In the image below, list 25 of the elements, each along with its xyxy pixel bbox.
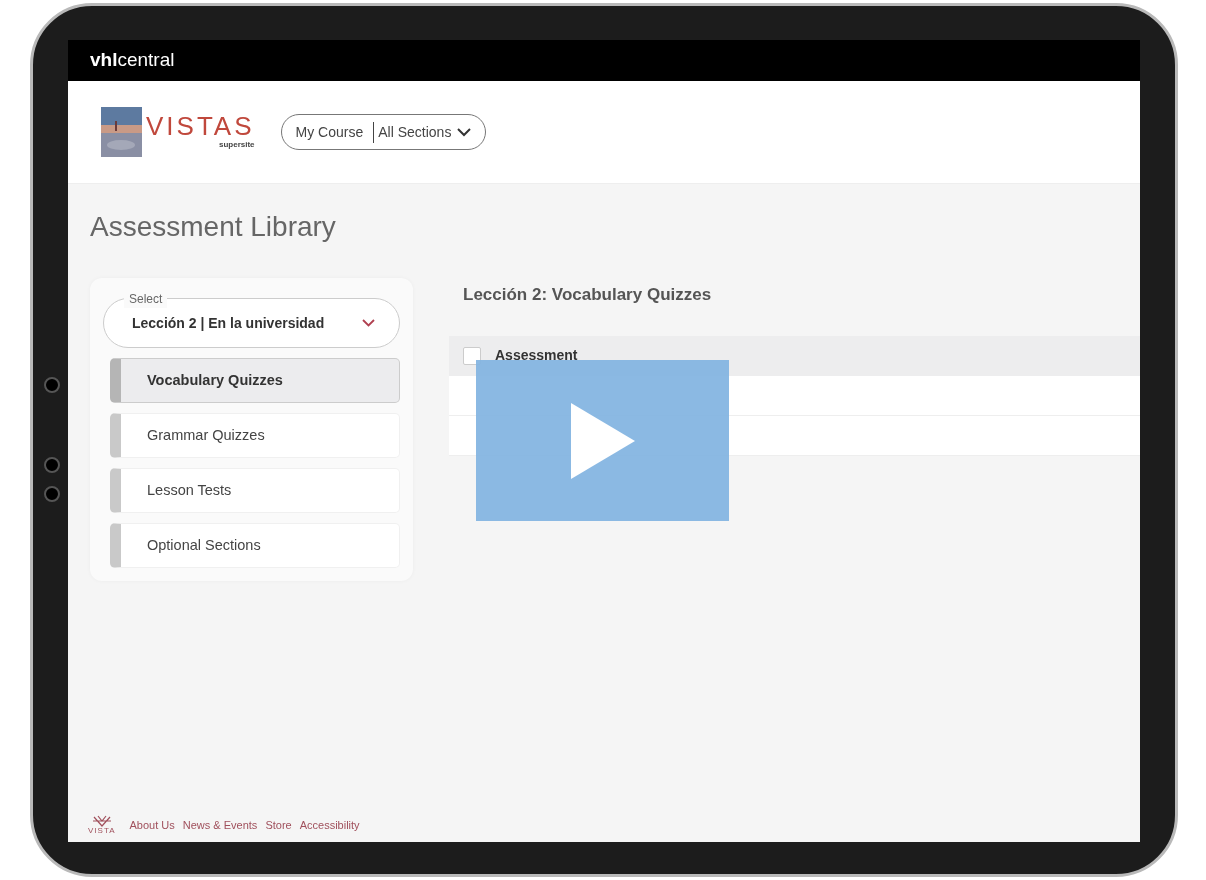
checkbox[interactable] xyxy=(463,346,481,365)
section-heading: Lección 2: Vocabulary Quizzes xyxy=(463,284,713,306)
camera-dot xyxy=(44,486,60,502)
footer-link[interactable]: News & Events xyxy=(182,816,258,834)
footer-link[interactable]: Accessibility xyxy=(299,816,360,834)
chevron-down-icon xyxy=(457,127,472,137)
site-logo[interactable]: vhlcentral xyxy=(90,46,175,75)
page-title: Assessment Library xyxy=(90,210,337,244)
sidebar-item[interactable]: Lesson Tests xyxy=(110,468,400,513)
sidebar-item[interactable]: Optional Sections xyxy=(110,523,400,568)
sidebar-item[interactable]: Grammar Quizzes xyxy=(110,413,400,458)
logo-icon xyxy=(91,815,112,827)
sidebar-item[interactable]: Vocabulary Quizzes xyxy=(110,358,400,403)
course-selector[interactable]: My Course All Sections xyxy=(280,114,487,150)
brand-subtitle: supersite xyxy=(217,139,255,151)
footer-link[interactable]: About Us xyxy=(129,816,175,834)
play-button[interactable] xyxy=(476,360,729,521)
camera-dot xyxy=(44,377,60,393)
camera-dot xyxy=(44,457,60,473)
column-header: Assessment xyxy=(495,346,578,365)
footer-logo-text: VISTA xyxy=(88,827,116,835)
footer-link[interactable]: Store xyxy=(265,816,292,834)
play-icon xyxy=(570,402,635,479)
brand-name: VISTAS xyxy=(146,113,255,139)
chevron-down-icon xyxy=(362,319,375,327)
